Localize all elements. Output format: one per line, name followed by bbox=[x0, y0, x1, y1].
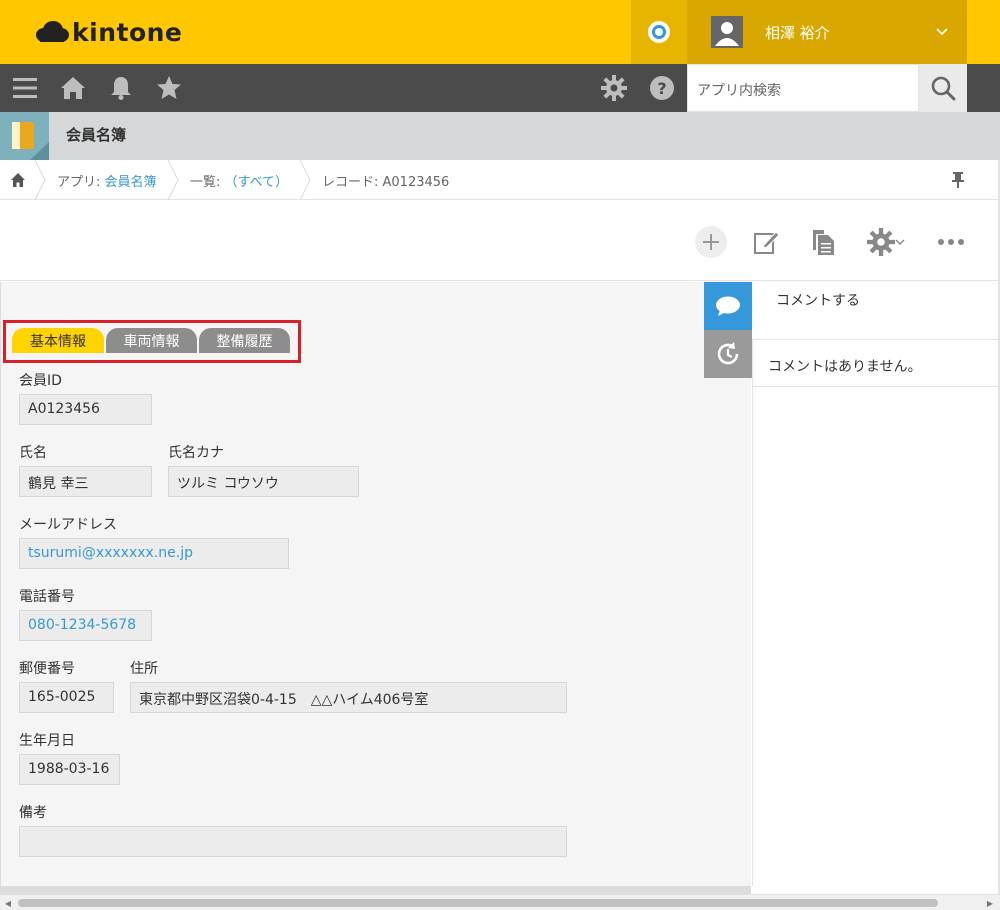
star-icon[interactable] bbox=[156, 75, 182, 101]
no-comments-message: コメントはありません。 bbox=[768, 359, 922, 375]
history-icon bbox=[717, 342, 739, 365]
svg-text:?: ? bbox=[657, 79, 666, 98]
tab-vehicle-info[interactable]: 車両情報 bbox=[106, 328, 197, 353]
name-value: 鶴見 幸三 bbox=[19, 466, 152, 497]
breadcrumb-app-link[interactable]: 会員名簿 bbox=[105, 175, 157, 190]
help-icon[interactable]: ? bbox=[649, 75, 675, 101]
comment-icon bbox=[716, 296, 740, 316]
email-label: メールアドレス bbox=[19, 517, 117, 533]
horizontal-scrollbar[interactable]: ◀ ▶ bbox=[0, 894, 1000, 910]
birthdate-value: 1988-03-16 bbox=[19, 754, 120, 785]
comment-input[interactable]: コメントする bbox=[752, 282, 998, 340]
gear-icon[interactable] bbox=[601, 75, 627, 101]
more-options-button[interactable] bbox=[934, 225, 968, 259]
birthdate-label: 生年月日 bbox=[19, 733, 75, 749]
tab-basic-info[interactable]: 基本情報 bbox=[12, 328, 104, 353]
breadcrumb-app: アプリ: 会員名簿 bbox=[57, 175, 157, 190]
user-name: 相澤 裕介 bbox=[765, 23, 830, 42]
record-settings-button[interactable] bbox=[862, 225, 910, 259]
edit-icon bbox=[754, 231, 780, 254]
address-value: 東京都中野区沼袋0-4-15 △△ハイム406号室 bbox=[130, 682, 567, 713]
name-kana-value: ツルミ コウソウ bbox=[168, 466, 359, 497]
app-title: 会員名簿 bbox=[66, 126, 127, 144]
phone-label: 電話番号 bbox=[19, 589, 75, 605]
home-icon[interactable] bbox=[60, 75, 86, 101]
avatar bbox=[711, 16, 743, 48]
form-bottom-edge bbox=[0, 886, 751, 894]
address-label: 住所 bbox=[130, 661, 158, 677]
record-detail-form bbox=[0, 282, 751, 886]
history-tab[interactable] bbox=[704, 330, 752, 378]
home-icon[interactable] bbox=[10, 172, 26, 188]
email-link[interactable]: tsurumi@xxxxxxx.ne.jp bbox=[19, 538, 289, 569]
app-icon[interactable] bbox=[0, 112, 49, 160]
scroll-left-icon[interactable]: ◀ bbox=[3, 898, 13, 908]
notification-button[interactable] bbox=[631, 0, 687, 64]
search-icon bbox=[931, 76, 956, 101]
add-record-button[interactable] bbox=[694, 225, 728, 259]
tab-maintenance-history[interactable]: 整備履歴 bbox=[199, 328, 290, 353]
breadcrumb-view: 一覧: （すべて） bbox=[190, 175, 289, 190]
member-id-value: A0123456 bbox=[19, 394, 152, 425]
divider bbox=[752, 386, 998, 387]
edit-record-button[interactable] bbox=[749, 225, 783, 259]
scroll-right-icon[interactable]: ▶ bbox=[985, 898, 995, 908]
postal-code-label: 郵便番号 bbox=[19, 661, 75, 677]
breadcrumb-record: レコード: A0123456 bbox=[322, 175, 450, 190]
notification-indicator-icon bbox=[648, 21, 670, 43]
breadcrumb-separator bbox=[167, 160, 179, 200]
name-label: 氏名 bbox=[19, 445, 47, 461]
member-id-label: 会員ID bbox=[19, 373, 62, 389]
breadcrumb-view-link[interactable]: （すべて） bbox=[225, 175, 289, 190]
notes-label: 備考 bbox=[19, 805, 47, 821]
breadcrumb: アプリ: 会員名簿 一覧: （すべて） レコード: A0123456 bbox=[0, 160, 998, 200]
add-icon bbox=[695, 226, 727, 258]
bell-icon[interactable] bbox=[108, 75, 134, 101]
settings-icon bbox=[867, 228, 895, 256]
scrollbar-thumb[interactable] bbox=[18, 899, 938, 907]
app-search-input[interactable]: アプリ内検索 bbox=[687, 64, 919, 112]
logo-text: kintone bbox=[72, 18, 183, 47]
pin-icon[interactable] bbox=[951, 171, 965, 189]
user-menu[interactable]: 相澤 裕介 bbox=[687, 0, 967, 64]
app-title-bar bbox=[0, 112, 1000, 160]
postal-code-value: 165-0025 bbox=[19, 682, 114, 713]
duplicate-record-button[interactable] bbox=[806, 225, 840, 259]
chevron-down-icon bbox=[895, 239, 905, 245]
kintone-logo[interactable]: kintone bbox=[34, 18, 182, 47]
logo-cloud-icon bbox=[36, 20, 69, 42]
breadcrumb-separator bbox=[299, 160, 311, 200]
breadcrumb-separator bbox=[34, 160, 46, 200]
menu-icon[interactable] bbox=[12, 75, 38, 101]
record-toolbar bbox=[0, 201, 998, 281]
notes-value bbox=[19, 826, 567, 857]
more-icon bbox=[938, 239, 964, 245]
search-button[interactable] bbox=[919, 64, 967, 112]
phone-link[interactable]: 080-1234-5678 bbox=[19, 610, 152, 641]
copy-icon bbox=[813, 230, 834, 255]
name-kana-label: 氏名カナ bbox=[168, 445, 224, 461]
comments-tab[interactable] bbox=[704, 282, 752, 330]
chevron-down-icon bbox=[936, 28, 948, 36]
